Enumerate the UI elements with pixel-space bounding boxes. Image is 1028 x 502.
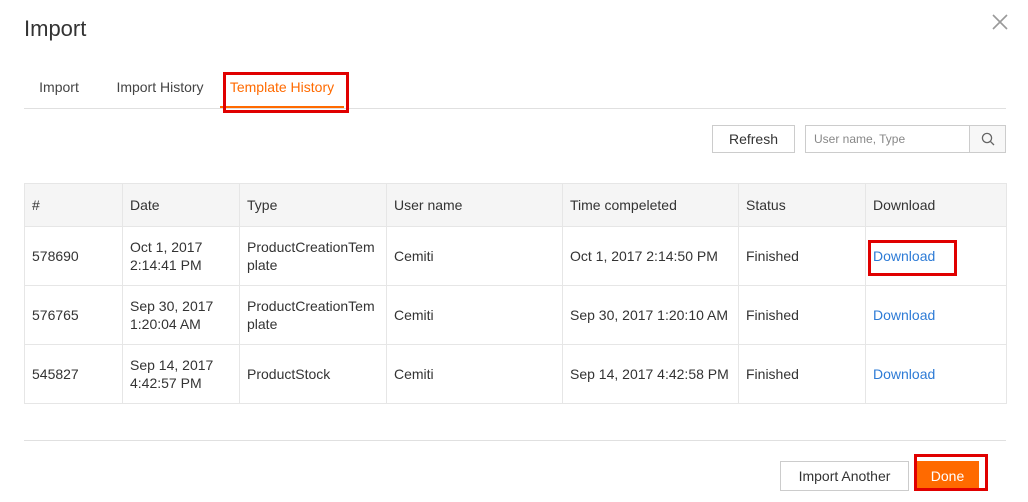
- cell-user: Cemiti: [386, 344, 563, 404]
- cell-id: 578690: [24, 226, 123, 286]
- time-line: 1:20:04 AM: [130, 316, 201, 332]
- cell-id: 576765: [24, 285, 123, 345]
- cell-download: Download: [865, 226, 1007, 286]
- column-header-type: Type: [239, 183, 387, 227]
- search-field: [805, 125, 1006, 153]
- tab-template-history[interactable]: Template History: [220, 70, 344, 108]
- search-button[interactable]: [969, 126, 1005, 152]
- type-line-cont: plate: [247, 316, 278, 332]
- time-line: 2:14:41 PM: [130, 257, 202, 273]
- footer-divider: [24, 440, 1006, 441]
- dialog-title: Import: [24, 16, 87, 41]
- column-header-download: Download: [865, 183, 1007, 227]
- search-input[interactable]: [806, 126, 969, 152]
- type-line: ProductCreationTem: [247, 239, 375, 255]
- close-icon: [992, 14, 1008, 30]
- cell-type: ProductCreationTem plate: [239, 226, 387, 286]
- dialog-tabs: Import Import History Template History: [24, 70, 1006, 109]
- cell-user: Cemiti: [386, 285, 563, 345]
- cell-completed: Sep 30, 2017 1:20:10 AM: [562, 285, 739, 345]
- cell-download: Download: [865, 285, 1007, 345]
- import-dialog: Import Import Import History Template Hi…: [4, 0, 1028, 502]
- cell-completed: Oct 1, 2017 2:14:50 PM: [562, 226, 739, 286]
- type-line: ProductCreationTem: [247, 298, 375, 314]
- table-row: 545827 Sep 14, 2017 4:42:57 PM ProductSto…: [24, 344, 1007, 404]
- cell-status: Finished: [738, 285, 866, 345]
- date-line: Sep 14, 2017: [130, 357, 214, 373]
- column-header-user-name: User name: [386, 183, 563, 227]
- download-link[interactable]: Download: [873, 248, 935, 264]
- date-line: Sep 30, 2017: [130, 298, 214, 314]
- tab-import-history[interactable]: Import History: [106, 70, 214, 108]
- close-button[interactable]: [988, 10, 1012, 34]
- table-header-row: # Date Type User name Time compeleted St…: [24, 183, 1007, 227]
- time-line: 4:42:57 PM: [130, 375, 202, 391]
- refresh-button[interactable]: Refresh: [712, 125, 795, 153]
- cell-type: ProductCreationTem plate: [239, 285, 387, 345]
- date-line: Oct 1, 2017: [130, 239, 203, 255]
- cell-date: Sep 14, 2017 4:42:57 PM: [122, 344, 240, 404]
- cell-status: Finished: [738, 226, 866, 286]
- table-row: 576765 Sep 30, 2017 1:20:04 AM ProductCre…: [24, 285, 1007, 345]
- search-icon: [981, 132, 994, 146]
- cell-id: 545827: [24, 344, 123, 404]
- cell-date: Oct 1, 2017 2:14:41 PM: [122, 226, 240, 286]
- download-link[interactable]: Download: [873, 307, 935, 323]
- tab-import[interactable]: Import: [24, 70, 94, 108]
- import-another-button[interactable]: Import Another: [780, 461, 909, 491]
- column-header-date: Date: [122, 183, 240, 227]
- template-history-table: # Date Type User name Time compeleted St…: [24, 183, 1007, 404]
- cell-completed: Sep 14, 2017 4:42:58 PM: [562, 344, 739, 404]
- cell-user: Cemiti: [386, 226, 563, 286]
- cell-status: Finished: [738, 344, 866, 404]
- type-line-cont: plate: [247, 257, 278, 273]
- cell-type: ProductStock: [239, 344, 387, 404]
- done-button[interactable]: Done: [916, 461, 979, 491]
- cell-download: Download: [865, 344, 1007, 404]
- table-row: 578690 Oct 1, 2017 2:14:41 PM ProductCrea…: [24, 226, 1007, 286]
- download-link[interactable]: Download: [873, 366, 935, 382]
- column-header-status: Status: [738, 183, 866, 227]
- cell-date: Sep 30, 2017 1:20:04 AM: [122, 285, 240, 345]
- column-header-time-completed: Time compeleted: [562, 183, 739, 227]
- column-header-id: #: [24, 183, 123, 227]
